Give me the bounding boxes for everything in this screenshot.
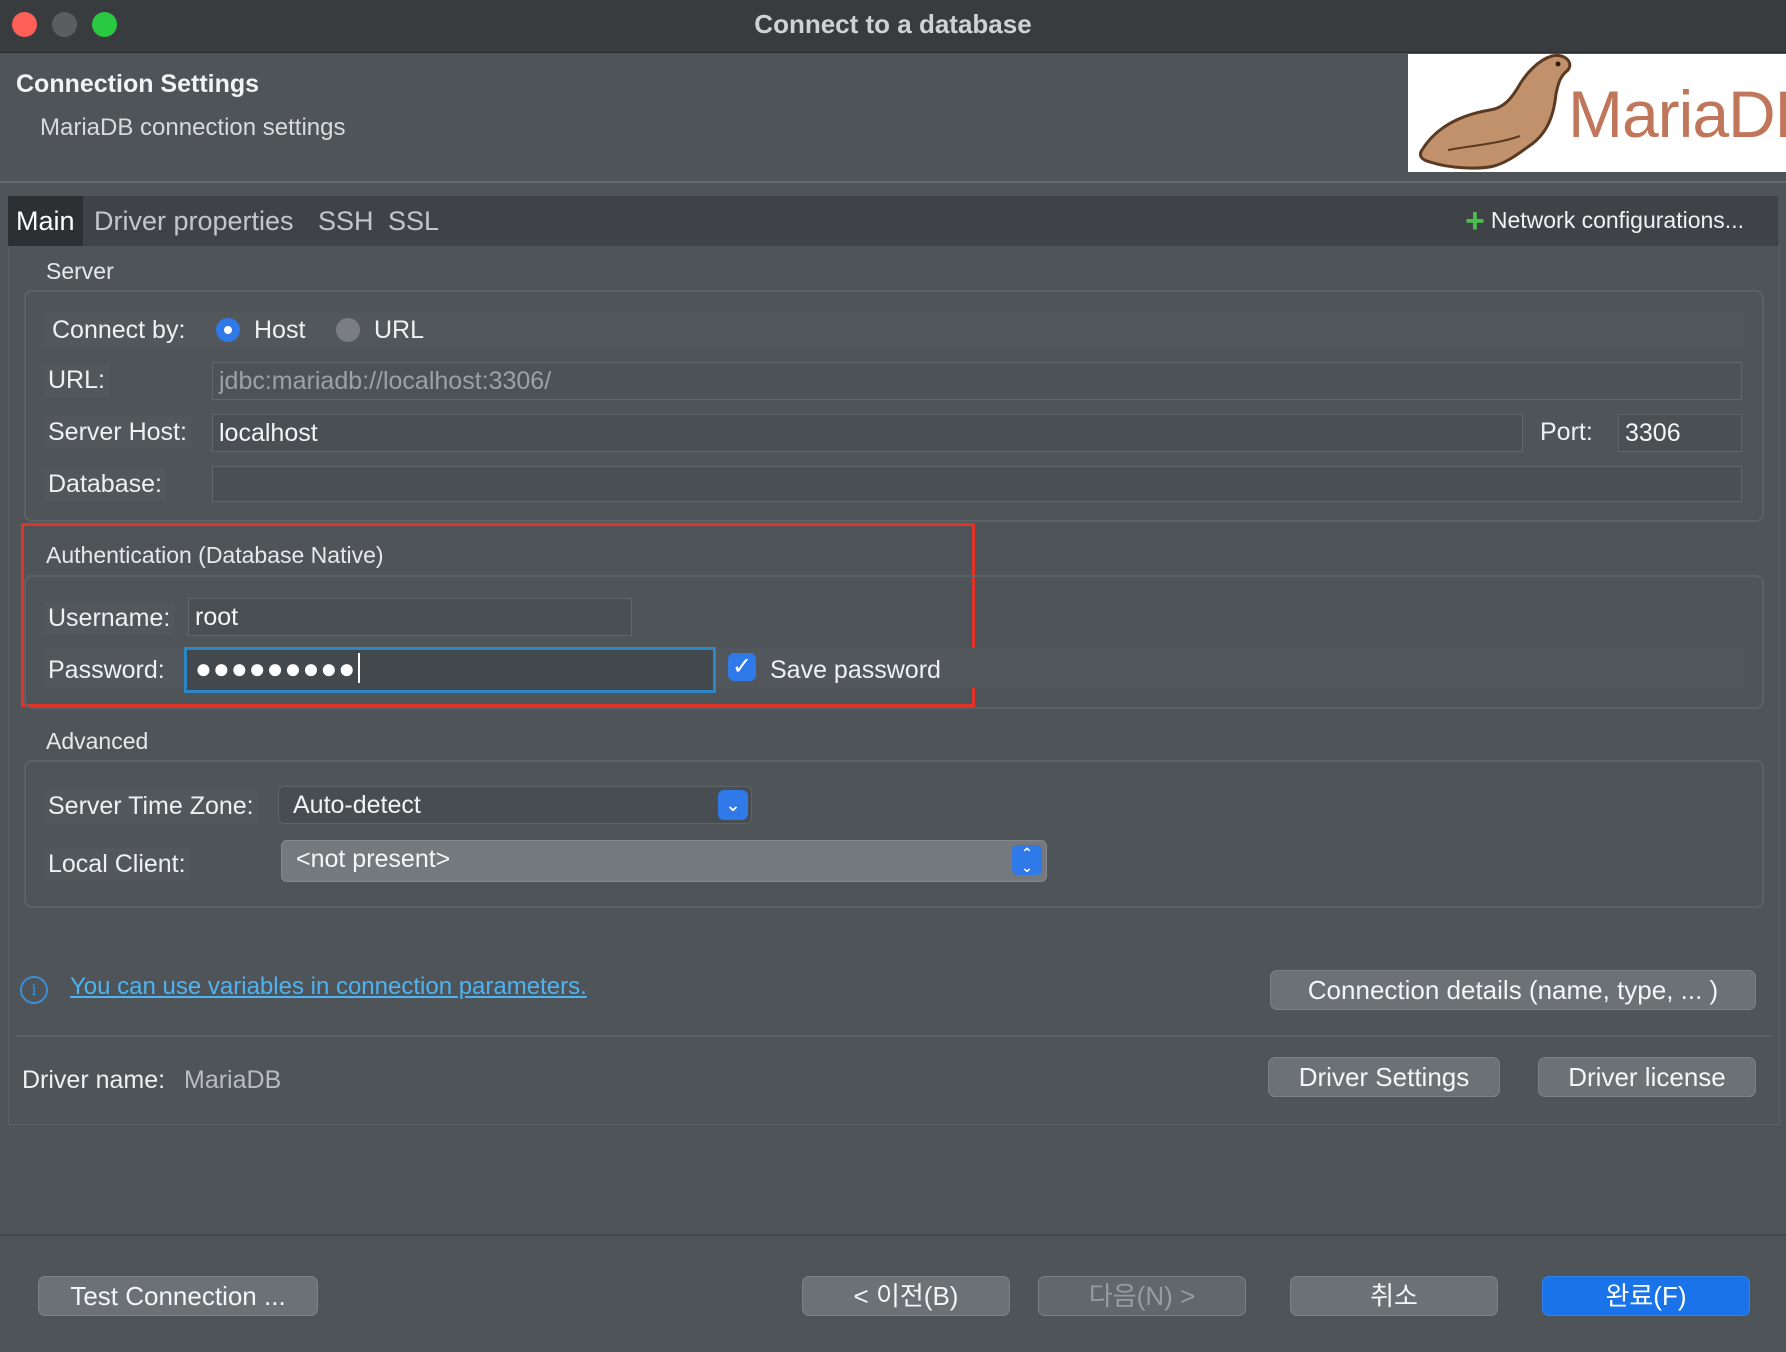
radio-host[interactable] xyxy=(216,318,240,342)
network-configurations-label: Network configurations... xyxy=(1490,207,1744,233)
driver-settings-button[interactable]: Driver Settings xyxy=(1268,1057,1500,1097)
finish-button[interactable]: 완료(F) xyxy=(1542,1276,1750,1316)
port-field[interactable]: 3306 xyxy=(1618,414,1742,452)
local-client-value: <not present> xyxy=(296,845,451,873)
username-label: Username: xyxy=(44,602,175,635)
advanced-group xyxy=(24,760,1764,908)
footer-separator xyxy=(0,1234,1786,1236)
plus-icon: + xyxy=(1465,202,1485,240)
logo-text: MariaDB xyxy=(1568,77,1786,151)
text-cursor xyxy=(358,653,361,683)
tab-driver-properties[interactable]: Driver properties xyxy=(94,196,294,246)
tab-ssh[interactable]: SSH xyxy=(318,196,374,246)
url-label: URL: xyxy=(44,364,109,397)
save-password-label[interactable]: Save password xyxy=(766,654,945,687)
divider xyxy=(16,1035,1772,1037)
back-button[interactable]: < 이전(B) xyxy=(802,1276,1010,1316)
mariadb-logo: MariaDB xyxy=(1408,54,1786,172)
server-time-zone-value: Auto-detect xyxy=(293,791,421,819)
radio-url-label[interactable]: URL xyxy=(370,314,428,347)
connect-by-label: Connect by: xyxy=(48,314,190,347)
save-password-checkbox[interactable]: ✓ xyxy=(728,653,756,681)
connection-details-button[interactable]: Connection details (name, type, ... ) xyxy=(1270,970,1756,1010)
local-client-select[interactable]: <not present> xyxy=(281,840,1047,882)
window-title: Connect to a database xyxy=(754,9,1032,39)
info-icon: i xyxy=(20,976,48,1004)
chevron-down-icon[interactable]: ⌄ xyxy=(718,790,748,820)
password-value: ●●●●●●●●● xyxy=(195,653,357,684)
server-time-zone-combo[interactable]: Auto-detect xyxy=(278,786,752,824)
network-configurations-button[interactable]: + Network configurations... xyxy=(1465,196,1744,245)
server-time-zone-label: Server Time Zone: xyxy=(44,790,258,823)
auth-section-label: Authentication (Database Native) xyxy=(46,542,384,568)
variables-help-link[interactable]: You can use variables in connection para… xyxy=(70,973,587,1001)
server-host-field[interactable]: localhost xyxy=(212,414,1523,452)
url-field[interactable]: jdbc:mariadb://localhost:3306/ xyxy=(212,362,1742,400)
driver-name-label: Driver name: xyxy=(22,1066,166,1094)
username-field[interactable]: root xyxy=(188,598,632,636)
page-title: Connection Settings xyxy=(16,70,260,98)
radio-host-label[interactable]: Host xyxy=(250,314,309,347)
page-subtitle: MariaDB connection settings xyxy=(40,114,346,141)
server-section-label: Server xyxy=(46,258,114,284)
up-down-chevron-icon[interactable]: ⌃ ⌄ xyxy=(1012,845,1042,875)
local-client-label: Local Client: xyxy=(44,848,190,881)
tab-ssl[interactable]: SSL xyxy=(388,196,439,246)
database-field[interactable] xyxy=(212,466,1742,502)
password-label: Password: xyxy=(44,654,169,687)
next-button[interactable]: 다음(N) > xyxy=(1038,1276,1246,1316)
tab-main[interactable]: Main xyxy=(8,196,83,246)
server-host-label: Server Host: xyxy=(44,416,191,449)
test-connection-button[interactable]: Test Connection ... xyxy=(38,1276,318,1316)
port-label: Port: xyxy=(1540,418,1593,446)
driver-name-value: MariaDB xyxy=(184,1066,282,1094)
advanced-section-label: Advanced xyxy=(46,728,149,754)
password-field[interactable]: ●●●●●●●●● xyxy=(184,647,716,693)
cancel-button[interactable]: 취소 xyxy=(1290,1276,1498,1316)
radio-url[interactable] xyxy=(336,318,360,342)
seal-icon xyxy=(1418,54,1572,170)
database-label: Database: xyxy=(44,468,166,501)
driver-license-button[interactable]: Driver license xyxy=(1538,1057,1756,1097)
